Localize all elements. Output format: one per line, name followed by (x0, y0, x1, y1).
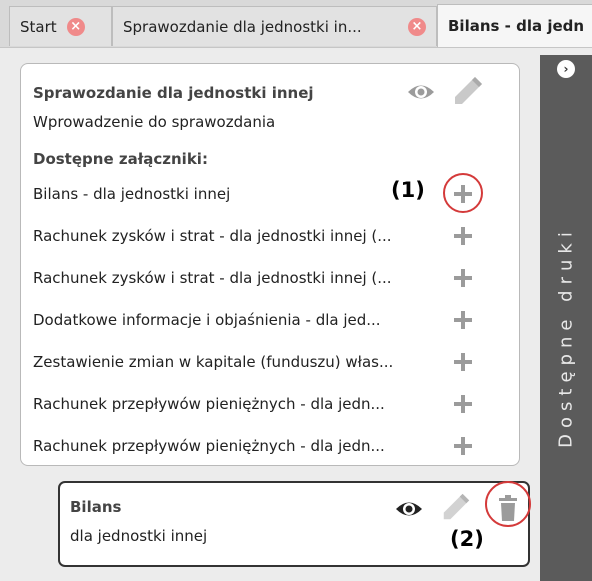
tab-bar: Start × Sprawozdanie dla jednostki in...… (0, 0, 592, 48)
tab-label: Bilans - dla jedn (448, 17, 585, 35)
close-icon[interactable]: × (66, 17, 85, 36)
attachment-item: Zestawienie zmian w kapitale (funduszu) … (33, 353, 394, 371)
add-attachment-plus-icon[interactable] (452, 309, 474, 331)
bilans-card: Bilans dla jednostki innej (2) (58, 481, 531, 567)
card-subtitle: dla jednostki innej (70, 527, 208, 545)
callout-2: (2) (450, 527, 484, 551)
sidebar-label: Dostępne druki (555, 226, 577, 448)
eye-icon[interactable] (394, 498, 424, 520)
attachment-item: Rachunek zysków i strat - dla jednostki … (33, 269, 392, 287)
attachment-item: Rachunek zysków i strat - dla jednostki … (33, 227, 392, 245)
tab-sprawozdanie[interactable]: Sprawozdanie dla jednostki in... × (112, 6, 437, 46)
highlight-ring (485, 481, 531, 527)
tab-label: Sprawozdanie dla jednostki in... (123, 17, 362, 36)
card-title: Bilans (70, 498, 122, 516)
available-prints-sidebar[interactable]: › Dostępne druki (540, 55, 592, 581)
expand-chevron-icon[interactable]: › (557, 60, 575, 78)
add-attachment-plus-icon[interactable] (452, 225, 474, 247)
tab-start[interactable]: Start × (9, 6, 112, 46)
attachment-item: Rachunek przepływów pieniężnych - dla je… (33, 395, 385, 413)
report-panel: Sprawozdanie dla jednostki innej Wprowad… (20, 63, 520, 466)
add-attachment-plus-icon[interactable] (452, 393, 474, 415)
callout-1: (1) (391, 178, 425, 202)
close-icon[interactable]: × (408, 17, 426, 36)
tab-bilans[interactable]: Bilans - dla jedn (437, 4, 592, 47)
add-attachment-plus-icon[interactable] (452, 267, 474, 289)
highlight-ring (443, 173, 483, 213)
report-title: Sprawozdanie dla jednostki innej (33, 84, 314, 102)
attachment-item: Dodatkowe informacje i objaśnienia - dla… (33, 311, 381, 329)
attachments-heading: Dostępne załączniki: (33, 150, 208, 168)
pencil-icon[interactable] (440, 491, 472, 523)
add-attachment-plus-icon[interactable] (452, 351, 474, 373)
tab-label: Start (20, 17, 57, 36)
eye-icon[interactable] (406, 81, 436, 103)
pencil-icon[interactable] (451, 74, 485, 108)
report-subtitle: Wprowadzenie do sprawozdania (33, 113, 276, 131)
attachment-item: Rachunek przepływów pieniężnych - dla je… (33, 437, 385, 455)
add-attachment-plus-icon[interactable] (452, 435, 474, 457)
attachment-item: Bilans - dla jednostki innej (33, 185, 231, 203)
